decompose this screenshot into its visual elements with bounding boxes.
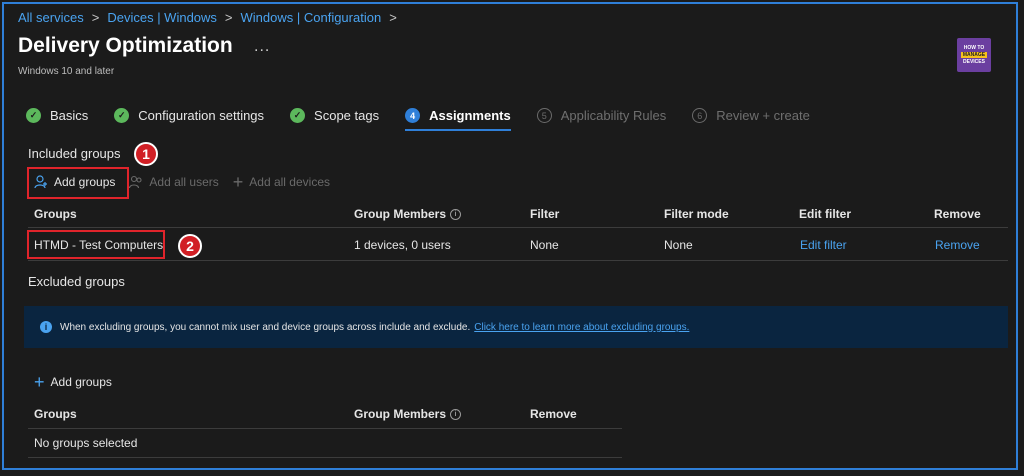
plus-icon: + (34, 372, 45, 392)
step-review-create[interactable]: 6 Review + create (692, 108, 810, 123)
callout-badge-2: 2 (178, 234, 202, 258)
chevron-right-icon: > (389, 10, 397, 25)
page-subtitle: Windows 10 and later (18, 66, 115, 77)
add-all-devices-button[interactable]: + Add all devices (232, 172, 330, 192)
breadcrumb: All services > Devices | Windows > Windo… (18, 10, 405, 25)
check-icon: ✓ (290, 108, 306, 123)
filter-cell: None (530, 238, 559, 252)
table-divider (28, 260, 1008, 261)
wizard-steps: ✓ Basics ✓ Configuration settings ✓ Scop… (26, 108, 836, 131)
group-name-cell: HTMD - Test Computers (34, 238, 164, 252)
users-icon (129, 175, 142, 189)
step-configuration-settings[interactable]: ✓ Configuration settings (114, 108, 264, 123)
page-title: Delivery Optimization (18, 34, 233, 57)
step-scope-tags[interactable]: ✓ Scope tags (290, 108, 379, 123)
add-person-icon (34, 175, 47, 189)
column-header-filter: Filter (530, 207, 560, 221)
empty-state-text: No groups selected (34, 436, 138, 450)
column-header-group-members: Group Members i (354, 407, 462, 421)
info-icon[interactable]: i (450, 409, 462, 421)
group-members-cell: 1 devices, 0 users (354, 238, 451, 252)
included-toolbar: Add groups Add all users + Add all devic… (34, 172, 330, 192)
info-icon: i (40, 321, 52, 333)
column-header-remove: Remove (934, 207, 981, 221)
column-header-edit-filter: Edit filter (799, 207, 852, 221)
column-header-groups: Groups (34, 207, 77, 221)
breadcrumb-devices-windows[interactable]: Devices | Windows (107, 10, 217, 25)
table-divider (28, 227, 1008, 228)
breadcrumb-all-services[interactable]: All services (18, 10, 84, 25)
edit-filter-link[interactable]: Edit filter (800, 238, 847, 252)
step-label: Review + create (716, 108, 810, 123)
column-header-groups: Groups (34, 407, 77, 421)
step-number-icon: 4 (405, 108, 421, 123)
step-label: Basics (50, 108, 89, 123)
step-basics[interactable]: ✓ Basics (26, 108, 88, 123)
add-all-users-button[interactable]: Add all users (129, 175, 219, 189)
logo-text-mid: MANAGE (960, 52, 988, 58)
step-label: Configuration settings (138, 108, 265, 123)
banner-text: When excluding groups, you cannot mix us… (60, 321, 471, 333)
column-header-label: Group Members (354, 207, 447, 221)
logo-text-bottom: DEVICES (963, 59, 985, 65)
step-assignments[interactable]: 4 Assignments (405, 108, 511, 131)
table-divider (28, 428, 622, 429)
step-applicability-rules[interactable]: 5 Applicability Rules (536, 108, 667, 123)
add-groups-button[interactable]: Add groups (34, 175, 115, 189)
logo-text-top: HOW TO (963, 45, 985, 51)
chevron-right-icon: > (91, 10, 100, 25)
filter-mode-cell: None (664, 238, 693, 252)
step-number-icon: 5 (536, 108, 552, 123)
add-groups-label: Add groups (50, 375, 112, 389)
add-groups-label: Add groups (54, 175, 116, 189)
excluded-groups-heading: Excluded groups (28, 274, 125, 289)
step-label: Assignments (429, 108, 511, 123)
add-all-devices-label: Add all devices (249, 175, 330, 189)
column-header-remove: Remove (530, 407, 577, 421)
learn-more-link[interactable]: Click here to learn more about excluding… (474, 322, 689, 333)
column-header-filter-mode: Filter mode (664, 207, 729, 221)
step-label: Scope tags (314, 108, 380, 123)
add-excluded-groups-button[interactable]: + Add groups (34, 372, 112, 392)
table-divider (28, 457, 622, 458)
breadcrumb-windows-configuration[interactable]: Windows | Configuration (241, 10, 382, 25)
add-all-users-label: Add all users (149, 175, 219, 189)
info-banner: i When excluding groups, you cannot mix … (24, 306, 1008, 348)
more-options-icon[interactable]: ... (254, 38, 270, 56)
step-number-icon: 6 (692, 108, 708, 123)
excluded-toolbar: + Add groups (34, 372, 112, 392)
plus-icon: + (232, 172, 244, 192)
step-label: Applicability Rules (560, 108, 667, 123)
callout-badge-1: 1 (134, 142, 158, 166)
brand-logo: HOW TO MANAGE DEVICES (957, 38, 991, 72)
included-groups-heading: Included groups (28, 146, 121, 161)
check-icon: ✓ (26, 108, 41, 123)
info-icon[interactable]: i (450, 209, 462, 221)
remove-link[interactable]: Remove (935, 238, 980, 252)
chevron-right-icon: > (224, 10, 233, 25)
check-icon: ✓ (114, 108, 130, 123)
column-header-label: Group Members (354, 407, 447, 421)
column-header-group-members: Group Members i (354, 207, 462, 221)
